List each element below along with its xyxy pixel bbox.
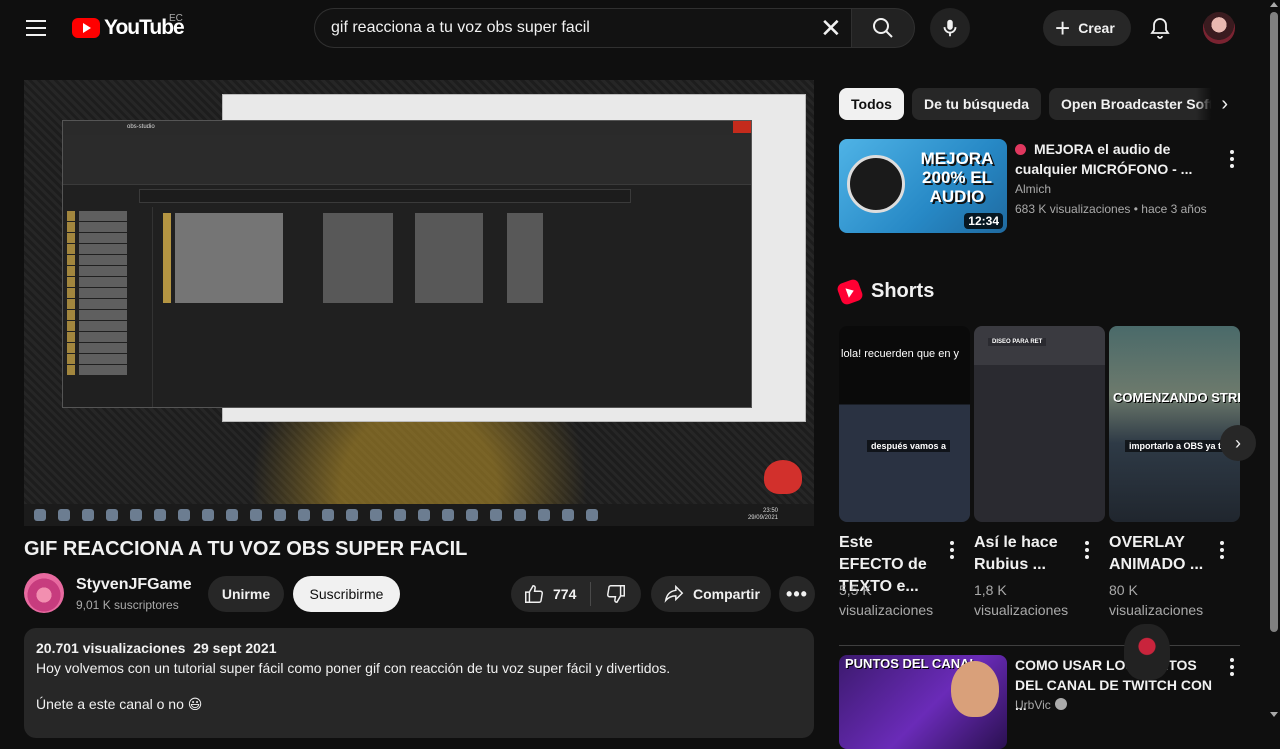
floating-mascot [1124, 624, 1170, 680]
video-frame-clock: 23:50 29/09/2021 [747, 508, 778, 521]
upload-date: 29 sept 2021 [193, 640, 277, 656]
channel-name[interactable]: StyvenJFGame [76, 576, 192, 594]
plus-icon: + [1055, 13, 1071, 43]
subscribe-button[interactable]: Suscribirme [293, 576, 400, 612]
scroll-up-icon[interactable] [1270, 2, 1278, 7]
short-caption: lola! recuerden que en y [841, 348, 960, 360]
description-text-2: Únete a este canal o no 😃 [36, 696, 203, 712]
youtube-play-icon [72, 18, 100, 38]
video-frame-close-icon [733, 121, 751, 133]
more-vert-icon[interactable] [1220, 147, 1244, 171]
video-thumbnail[interactable]: MEJORA 200% EL AUDIO 12:34 [839, 139, 1007, 233]
country-code: EC [169, 13, 183, 24]
recommended-channel[interactable]: UrbVic [1015, 698, 1067, 712]
shorts-header: Shorts [835, 277, 935, 306]
description-box[interactable]: 20.701 visualizaciones 29 sept 2021 Hoy … [24, 628, 814, 738]
description-text: Hoy volvemos con un tutorial super fácil… [36, 660, 671, 676]
channel-avatar[interactable] [24, 573, 64, 613]
short-caption: COMENZANDO STREAM [1113, 390, 1240, 405]
shorts-icon [835, 277, 865, 306]
bell-icon [1150, 18, 1170, 39]
recommended-title[interactable]: MEJORA el audio de cualquier MICRÓFONO -… [1015, 139, 1215, 179]
video-frame-window-title: obs-studio [63, 121, 751, 135]
short-caption: DISEO PARA RET [988, 338, 1047, 346]
more-vert-icon[interactable] [1210, 538, 1234, 562]
like-button[interactable]: 774 [511, 576, 590, 612]
create-button[interactable]: + Crear [1043, 10, 1131, 46]
more-actions-button[interactable]: ••• [779, 576, 815, 612]
thumbnail-face [951, 661, 999, 717]
share-icon [664, 584, 684, 603]
shorts-heading: Shorts [871, 280, 935, 302]
page-scrollbar[interactable] [1268, 0, 1280, 720]
video-player[interactable]: obs-studio 23:50 29/09/2021 [24, 80, 814, 526]
join-button[interactable]: Unirme [208, 576, 284, 612]
view-count: 20.701 visualizaciones [36, 640, 186, 656]
recommended-channel[interactable]: Almich [1015, 182, 1051, 196]
short-thumbnail[interactable]: COMENZANDO STREAM importarlo a OBS ya to… [1109, 326, 1240, 522]
thumbs-down-icon [607, 585, 626, 603]
video-thumbnail[interactable]: PUNTOS DEL CANAL [839, 655, 1007, 749]
video-frame-address-bar [139, 189, 631, 203]
section-divider [839, 645, 1240, 646]
description-meta: 20.701 visualizaciones 29 sept 2021 [36, 640, 802, 656]
create-label: Crear [1078, 20, 1115, 36]
subscriber-count: 9,01 K suscriptores [76, 598, 179, 612]
thumbs-up-icon [525, 585, 543, 603]
video-frame-taskbar [24, 504, 814, 526]
scroll-down-icon[interactable] [1270, 712, 1278, 717]
short-views: 5,5 Kvisualizaciones [839, 582, 934, 618]
account-avatar[interactable] [1203, 12, 1235, 44]
chevron-right-icon[interactable]: › [1220, 425, 1256, 461]
share-label: Compartir [693, 586, 760, 602]
dislike-button[interactable] [591, 576, 641, 612]
video-frame-ribbon [63, 135, 751, 185]
short-thumbnail[interactable]: DISEO PARA RET [974, 326, 1105, 522]
chip-from-search[interactable]: De tu búsqueda [911, 88, 1041, 120]
video-frame-nav-pane [63, 207, 153, 407]
video-title: GIF REACCIONA A TU VOZ OBS SUPER FACIL [24, 538, 468, 560]
search-query[interactable]: gif reacciona a tu voz obs super facil [331, 19, 590, 37]
chip-all[interactable]: Todos [839, 88, 904, 120]
more-vert-icon[interactable] [1220, 655, 1244, 679]
recommended-video: MEJORA 200% EL AUDIO 12:34 MEJORA el aud… [839, 139, 1239, 233]
more-vert-icon[interactable] [940, 538, 964, 562]
related-filter-chips: Todos De tu búsqueda Open Broadcaster So… [839, 88, 1239, 120]
video-duration: 12:34 [964, 213, 1003, 229]
short-views: 1,8 Kvisualizaciones [974, 582, 1069, 618]
youtube-logo[interactable]: YouTube [72, 16, 185, 40]
chevron-right-icon[interactable]: › [1196, 88, 1240, 120]
like-dislike-group: 774 [511, 576, 641, 612]
search-button[interactable] [851, 8, 915, 48]
notifications-button[interactable] [1142, 10, 1178, 46]
search-icon [873, 18, 893, 38]
more-vert-icon[interactable] [1075, 538, 1099, 562]
menu-icon[interactable] [20, 14, 52, 42]
clear-icon[interactable]: ✕ [820, 14, 842, 42]
short-views: 80 Kvisualizaciones [1109, 582, 1204, 618]
share-button[interactable]: Compartir [651, 576, 771, 612]
video-frame-body [63, 207, 751, 407]
verified-icon [1054, 698, 1067, 710]
masthead: YouTube EC gif reacciona a tu voz obs su… [0, 0, 1280, 56]
mic-icon [943, 19, 957, 37]
voice-search-button[interactable] [930, 8, 970, 48]
like-count: 774 [553, 586, 577, 602]
recommended-meta: 683 K visualizaciones • hace 3 años [1015, 202, 1207, 216]
video-frame-explorer-window: obs-studio [62, 120, 752, 408]
thumbnail-mic-graphic [847, 155, 905, 213]
video-frame-file-list [153, 207, 751, 407]
thumbnail-text: MEJORA 200% EL AUDIO [920, 149, 994, 206]
recommended-video: PUNTOS DEL CANAL COMO USAR LOS PUNTOS DE… [839, 655, 1239, 749]
search-input[interactable]: gif reacciona a tu voz obs super facil [314, 8, 852, 48]
short-thumbnail[interactable]: lola! recuerden que en y después vamos a [839, 326, 970, 522]
short-caption-2: después vamos a [867, 440, 951, 452]
red-dot-icon [1015, 144, 1026, 155]
scroll-thumb[interactable] [1270, 12, 1278, 632]
short-title[interactable]: OVERLAY ANIMADO ... [1109, 532, 1209, 576]
video-frame-mascot [764, 460, 802, 494]
short-title[interactable]: Así le hace Rubius ... [974, 532, 1074, 576]
